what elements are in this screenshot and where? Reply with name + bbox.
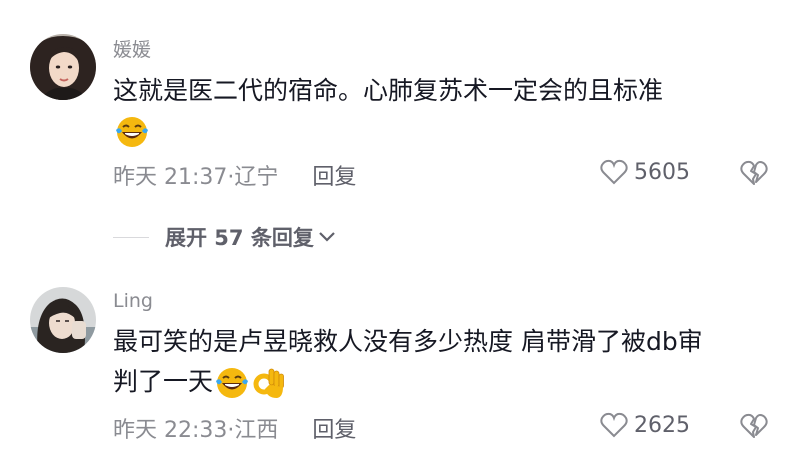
heart-outline-icon <box>600 159 628 185</box>
comment-text: 这就是医二代的宿命。心肺复苏术一定会的且标准 <box>113 71 783 151</box>
comment-text-line: 判了一天 <box>113 367 214 396</box>
comment-time-location: 昨天 21:37·辽宁 <box>113 165 279 190</box>
reply-button[interactable]: 回复 <box>312 159 356 191</box>
laughing-crying-emoji <box>214 365 250 401</box>
comment-text-line: 这就是医二代的宿命。心肺复苏术一定会的且标准 <box>113 76 664 105</box>
heart-outline-icon <box>600 412 628 438</box>
comment-meta: 昨天 22:33·江西 回复 <box>113 412 356 444</box>
divider <box>113 236 149 238</box>
username[interactable]: 媛媛 <box>113 35 151 62</box>
dislike-button[interactable] <box>740 413 768 443</box>
comment-time-location: 昨天 22:33·江西 <box>113 418 279 443</box>
comment-text-line: 最可笑的是卢昱晓救人没有多少热度 肩带滑了被db审 <box>113 327 703 356</box>
laughing-crying-emoji <box>114 114 150 150</box>
comment-text: 最可笑的是卢昱晓救人没有多少热度 肩带滑了被db审 判了一天 <box>113 322 783 402</box>
comment-meta: 昨天 21:37·辽宁 回复 <box>113 159 356 191</box>
like-button[interactable]: 2625 <box>600 412 690 438</box>
broken-heart-icon <box>740 413 768 438</box>
avatar[interactable] <box>30 34 96 100</box>
chevron-down-icon <box>319 232 335 242</box>
ok-hand-emoji <box>251 365 287 401</box>
username[interactable]: Ling <box>113 290 153 312</box>
dislike-button[interactable] <box>740 160 768 190</box>
broken-heart-icon <box>740 160 768 185</box>
like-count: 2625 <box>634 412 690 438</box>
like-count: 5605 <box>634 159 690 185</box>
expand-replies-label: 展开 57 条回复 <box>165 226 314 250</box>
expand-replies-button[interactable]: 展开 57 条回复 <box>113 222 336 252</box>
reply-button[interactable]: 回复 <box>312 412 356 444</box>
like-button[interactable]: 5605 <box>600 159 690 185</box>
avatar[interactable] <box>30 287 96 353</box>
